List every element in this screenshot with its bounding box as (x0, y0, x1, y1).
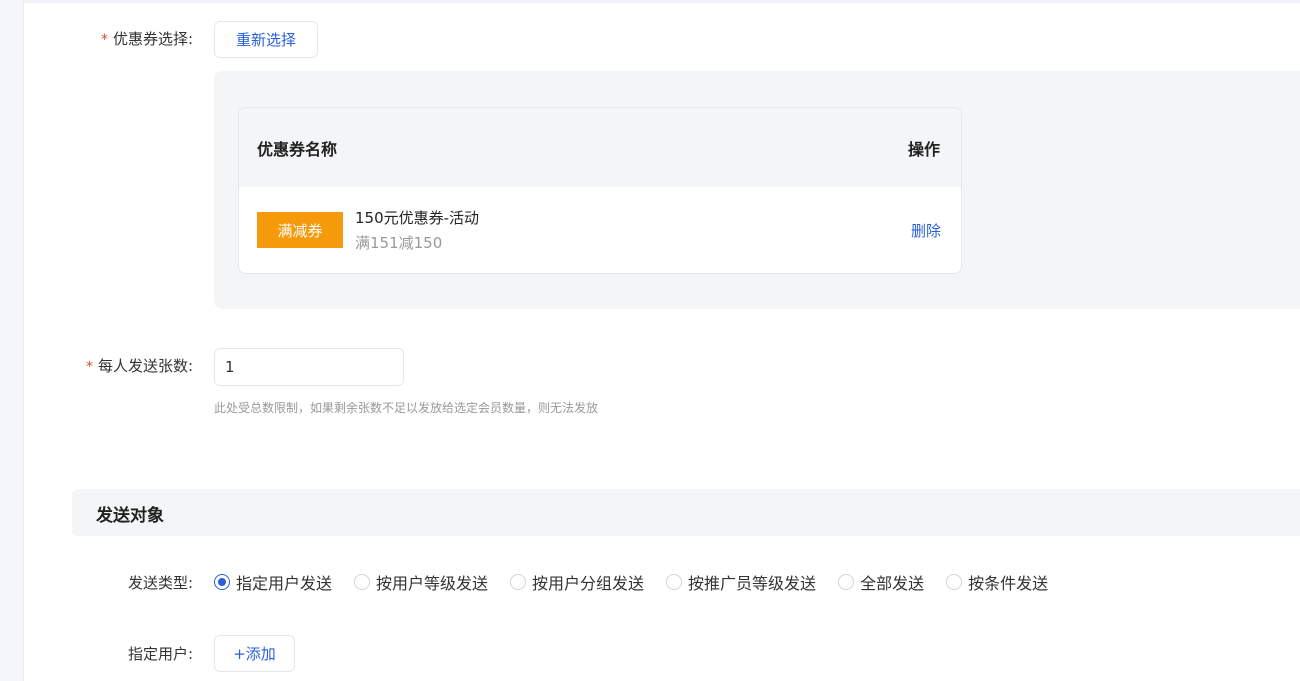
radio-unchecked-icon[interactable] (666, 574, 683, 590)
required-mark: * (100, 32, 108, 48)
per-person-count-input[interactable] (214, 348, 404, 386)
radio-checked-icon[interactable] (214, 574, 230, 590)
delete-link[interactable]: 删除 (911, 220, 941, 241)
radio-user-level[interactable]: 按用户等级发送 (354, 570, 488, 594)
radio-unchecked-icon[interactable] (354, 574, 371, 590)
radio-unchecked-icon[interactable] (838, 574, 855, 590)
table-header: 优惠券名称 操作 (239, 108, 961, 187)
radio-unchecked-icon[interactable] (510, 574, 527, 590)
radio-user-group[interactable]: 按用户分组发送 (510, 570, 644, 594)
col-name-header: 优惠券名称 (257, 140, 338, 159)
radio-unchecked-icon[interactable] (946, 574, 963, 590)
radio-send-all[interactable]: 全部发送 (838, 570, 924, 594)
send-target-section: 发送对象 (72, 489, 1300, 536)
radio-specified-user[interactable]: 指定用户发送 (214, 570, 332, 594)
specify-user-label: 指定用户: (127, 645, 193, 663)
coupon-type-tag: 满减券 (257, 212, 347, 248)
col-action-header: 操作 (907, 140, 940, 159)
coupon-name: 150元优惠券-活动 (355, 209, 480, 227)
per-person-hint: 此处受总数限制，如果剩余张数不足以发放给选定会员数量，则无法发放 (214, 401, 599, 415)
send-type-radio-group: 指定用户发送 按用户等级发送 按用户分组发送 按推广员等级发送 全部发送 按条件… (214, 570, 1070, 594)
coupon-condition: 满151减150 (355, 234, 443, 252)
send-type-label: 发送类型: (127, 574, 193, 592)
radio-by-condition[interactable]: 按条件发送 (946, 570, 1048, 594)
add-user-button[interactable]: +添加 (214, 635, 295, 672)
coupon-table: 优惠券名称 操作 满减券 150元优惠券-活动 满151减150 删除 (238, 107, 962, 274)
per-person-label: * 每人发送张数: (85, 357, 193, 375)
left-edge (0, 0, 24, 681)
ticket-notch-icon (339, 212, 347, 248)
section-title: 发送对象 (96, 506, 164, 526)
radio-promoter-level[interactable]: 按推广员等级发送 (666, 570, 816, 594)
required-mark: * (85, 359, 93, 375)
reselect-button[interactable]: 重新选择 (214, 21, 318, 58)
coupon-select-label: * 优惠券选择: (100, 30, 193, 48)
